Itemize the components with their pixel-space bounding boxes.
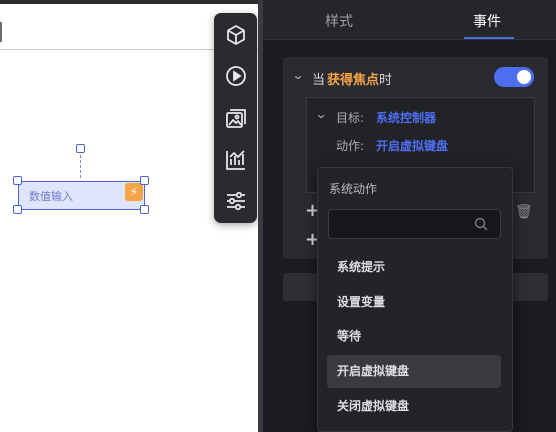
floating-toolbar	[214, 13, 257, 223]
resize-handle-top-left[interactable]	[13, 176, 22, 185]
search-input[interactable]	[337, 216, 467, 234]
target-key: 目标:	[336, 111, 365, 125]
system-action-dropdown: 系统动作 系统提示 设置变量 等待 开启虚拟键盘 关闭虚拟键盘	[317, 167, 513, 432]
panel-tabs: 样式 事件	[263, 0, 556, 40]
tab-style[interactable]: 样式	[325, 11, 353, 31]
chevron-down-icon[interactable]: ⌄	[291, 68, 304, 82]
rotate-handle[interactable]	[76, 144, 85, 153]
event-prefix: 当	[312, 73, 326, 88]
target-value[interactable]: 系统控制器	[376, 109, 436, 126]
resize-handle-bottom-left[interactable]	[13, 205, 22, 214]
trash-icon[interactable]: 🗑	[515, 204, 533, 220]
menu-item-close-keyboard[interactable]: 关闭虚拟键盘	[327, 390, 501, 423]
resize-handle-bottom-right[interactable]	[140, 205, 149, 214]
dropdown-title: 系统动作	[329, 182, 378, 196]
action-value[interactable]: 开启虚拟键盘	[376, 137, 448, 154]
toggle-knob	[517, 70, 531, 84]
cube-icon[interactable]	[224, 23, 248, 47]
active-tab-indicator	[464, 37, 514, 39]
chevron-down-icon[interactable]: ⌄	[314, 107, 327, 121]
tab-edge	[0, 22, 2, 42]
search-icon	[474, 217, 488, 231]
rotation-guide	[80, 150, 81, 178]
event-toggle[interactable]	[494, 67, 534, 87]
event-trigger[interactable]: 获得焦点	[327, 69, 379, 88]
app-root: 数值输入 ⚡ 样式 事件 ⌄ 当 获得焦点 时 ⌄ 目标: 系统控制器 动作: …	[0, 0, 556, 432]
menu-item-set-variable[interactable]: 设置变量	[327, 286, 501, 319]
menu-item-open-keyboard[interactable]: 开启虚拟键盘	[327, 355, 501, 388]
resize-handle-top-right[interactable]	[140, 176, 149, 185]
play-icon[interactable]	[224, 64, 248, 88]
numeric-input-widget[interactable]: 数值输入 ⚡	[18, 181, 145, 210]
chart-icon[interactable]	[224, 148, 248, 172]
action-key: 动作:	[336, 139, 365, 153]
widget-label: 数值输入	[29, 190, 73, 203]
menu-item-system-prompt[interactable]: 系统提示	[327, 251, 501, 284]
event-suffix: 时	[379, 73, 393, 88]
menu-item-wait[interactable]: 等待	[327, 320, 501, 353]
gallery-icon[interactable]	[224, 107, 248, 131]
dropdown-search[interactable]	[328, 209, 501, 239]
tab-events[interactable]: 事件	[473, 11, 501, 31]
sliders-icon[interactable]	[224, 189, 248, 213]
lightning-icon[interactable]: ⚡	[125, 183, 143, 201]
